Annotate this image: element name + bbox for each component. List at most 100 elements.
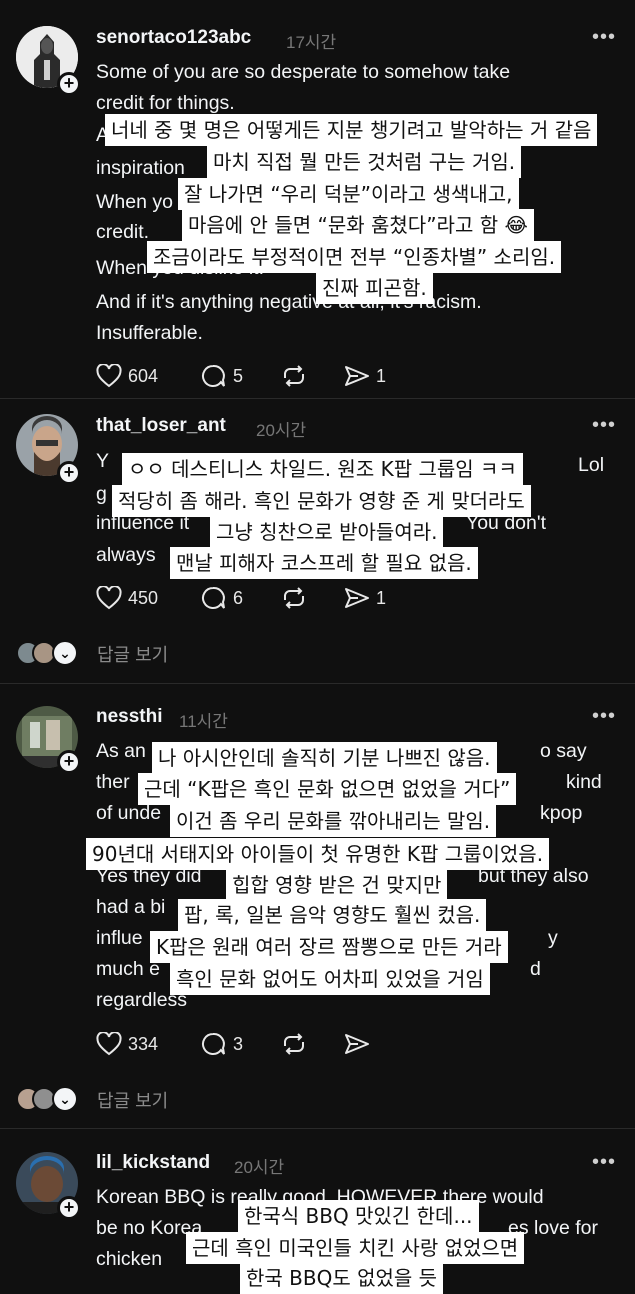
translation-caption: 마치 직접 뭘 만든 것처럼 구는 거임. (207, 146, 522, 178)
comment-icon (202, 1032, 225, 1055)
post-time: 20시간 (234, 1158, 285, 1177)
post-text: Lol (578, 454, 605, 476)
more-icon[interactable]: ••• (592, 414, 616, 437)
post-text: Y (96, 450, 110, 472)
translation-caption: ㅇㅇ 데스티니스 차일드. 원조 K팝 그룹임 ㅋㅋ (122, 453, 523, 485)
repost-button[interactable] (281, 1032, 307, 1056)
heart-icon (96, 1032, 122, 1056)
username[interactable]: nessthi (96, 706, 163, 728)
send-icon (345, 1034, 369, 1054)
like-count: 604 (128, 365, 159, 386)
translation-caption: 팝, 록, 일본 음악 영향도 훨씬 컸음. (178, 899, 487, 931)
post-text: Some of you are so desperate to somehow … (96, 61, 511, 83)
post-actions: 450 6 1 (96, 586, 396, 614)
translation-caption: 진짜 피곤함. (316, 272, 433, 304)
translation-caption: 맨날 피해자 코스프레 할 필요 없음. (170, 547, 478, 579)
comment-button[interactable]: 6 (201, 586, 243, 610)
comment-button[interactable]: 3 (201, 1032, 243, 1056)
repost-button[interactable] (281, 364, 307, 388)
repost-icon (284, 587, 304, 609)
like-button[interactable]: 450 (96, 586, 158, 610)
translation-caption: 적당히 좀 해라. 흑인 문화가 영향 준 게 맞더라도 (112, 485, 531, 517)
translation-caption: 잘 나가면 “우리 덕분”이라고 생색내고, (178, 178, 519, 210)
post-text: kind (566, 771, 602, 793)
post-text: always (96, 544, 156, 566)
follow-plus-icon[interactable]: + (57, 1196, 81, 1220)
share-count: 1 (376, 365, 387, 386)
like-button[interactable]: 604 (96, 364, 158, 388)
post-text: g (96, 483, 107, 505)
translation-caption: 마음에 안 들면 “문화 훔쳤다”라고 함 😂 (182, 209, 534, 241)
share-button[interactable]: 1 (344, 586, 386, 610)
follow-plus-icon[interactable]: + (57, 72, 81, 96)
divider (0, 1128, 635, 1129)
post-text: credit for things. (96, 92, 235, 114)
translation-caption: 근데 “K팝은 흑인 문화 없으면 없었을 거다” (138, 773, 517, 805)
view-replies-label: 답글 보기 (97, 1091, 169, 1111)
repost-button[interactable] (281, 586, 307, 610)
divider (0, 398, 635, 399)
share-count: 1 (376, 587, 387, 608)
more-icon[interactable]: ••• (592, 1151, 616, 1174)
post-text: of unde (96, 802, 162, 824)
post-text: As an (96, 740, 146, 762)
translation-caption: 힙합 영향 받은 건 맞지만 (226, 869, 448, 901)
repost-icon (284, 1033, 304, 1055)
repost-icon (284, 365, 304, 387)
translation-caption: K팝은 원래 여러 장르 짬뽕으로 만든 거라 (150, 931, 508, 963)
post-text: d (530, 958, 541, 980)
like-count: 450 (128, 587, 159, 608)
heart-icon (96, 364, 122, 388)
more-icon[interactable]: ••• (592, 705, 616, 728)
post-text: ther (96, 771, 130, 793)
post-text: o say (540, 740, 587, 762)
chevron-down-icon: ⌄ (52, 1086, 78, 1112)
comment-count: 3 (233, 1033, 244, 1054)
comment-button[interactable]: 5 (201, 364, 243, 388)
post-actions: 334 3 (96, 1032, 396, 1060)
follow-plus-icon[interactable]: + (57, 750, 81, 774)
view-replies[interactable]: ⌄ 답글 보기 (16, 640, 216, 666)
post-actions: 604 5 1 (96, 364, 396, 392)
translation-caption: 이건 좀 우리 문화를 깎아내리는 말임. (170, 805, 497, 837)
view-replies-label: 답글 보기 (97, 645, 169, 665)
send-icon (345, 366, 369, 386)
comment-icon (202, 586, 225, 609)
more-icon[interactable]: ••• (592, 26, 616, 49)
post-text: had a bi (96, 896, 166, 918)
translation-caption: 근데 흑인 미국인들 치킨 사랑 없었으면 (186, 1232, 525, 1264)
divider (0, 683, 635, 684)
post-text: When yo (96, 191, 173, 213)
post-text: kpop (540, 802, 583, 824)
post-text: influe (96, 927, 143, 949)
translation-caption: 그냥 칭찬으로 받아들여라. (210, 516, 444, 548)
translation-caption: 나 아시안인데 솔직히 기분 나쁘진 않음. (152, 742, 497, 774)
share-button[interactable]: 1 (344, 364, 386, 388)
like-button[interactable]: 334 (96, 1032, 158, 1056)
view-replies[interactable]: ⌄ 답글 보기 (16, 1086, 216, 1112)
translation-caption: 한국 BBQ도 없었을 듯 (240, 1262, 444, 1294)
comment-count: 6 (233, 587, 244, 608)
send-icon (345, 588, 369, 608)
comment-count: 5 (233, 365, 244, 386)
follow-plus-icon[interactable]: + (57, 461, 81, 485)
post-text: inspiration (96, 157, 185, 179)
translation-caption: 너네 중 몇 명은 어떻게든 지분 챙기려고 발악하는 거 같음 (105, 114, 598, 146)
translation-caption: 90년대 서태지와 아이들이 첫 유명한 K팝 그룹이었음. (86, 838, 550, 870)
chevron-down-icon: ⌄ (52, 640, 78, 666)
post-time: 17시간 (286, 33, 337, 52)
translation-caption: 조금이라도 부정적이면 전부 “인종차별” 소리임. (147, 241, 562, 273)
username[interactable]: lil_kickstand (96, 1152, 210, 1174)
username[interactable]: senortaco123abc (96, 27, 251, 49)
post-text: y (548, 927, 558, 949)
translation-caption: 흑인 문화 없어도 어차피 있었을 거임 (170, 963, 490, 995)
comment-icon (202, 364, 225, 387)
translation-caption: 한국식 BBQ 맛있긴 한데... (238, 1200, 479, 1232)
post-time: 20시간 (256, 421, 307, 440)
post-text: Insufferable. (96, 322, 203, 344)
post-time: 11시간 (179, 712, 228, 731)
username[interactable]: that_loser_ant (96, 415, 226, 437)
share-button[interactable] (344, 1032, 370, 1056)
post-text: credit. (96, 221, 150, 243)
like-count: 334 (128, 1033, 159, 1054)
